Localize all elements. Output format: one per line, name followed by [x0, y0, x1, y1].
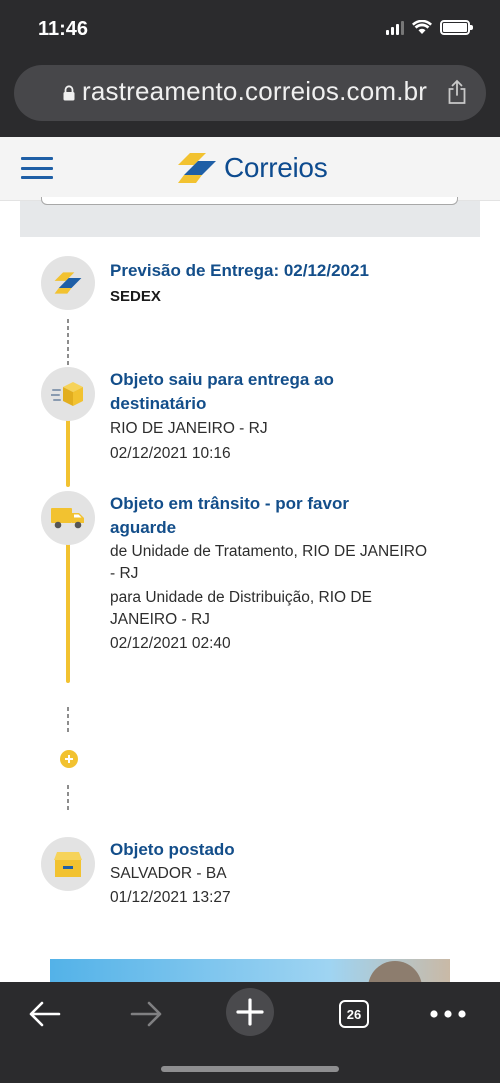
new-tab-button[interactable]	[226, 988, 274, 1036]
tab-count: 26	[339, 1000, 369, 1028]
more-menu-button[interactable]	[428, 992, 468, 1036]
menu-icon[interactable]	[21, 157, 53, 179]
share-icon[interactable]	[446, 79, 468, 105]
event-title: Previsão de Entrega: 02/12/2021	[110, 261, 369, 280]
timeline-connector	[66, 417, 70, 487]
tabs-button[interactable]: 26	[337, 992, 371, 1036]
event-origin: de Unidade de Tratamento, RIO DE JANEIRO	[110, 543, 428, 560]
event-datetime: 01/12/2021 13:27	[110, 889, 231, 906]
delivery-forecast-icon	[41, 256, 95, 310]
web-page: Correios Previsão de Entrega: 02/12/2021…	[0, 137, 500, 982]
event-origin-cont: - RJ	[110, 565, 139, 582]
posted-box-icon	[41, 837, 95, 891]
status-bar: 11:46	[0, 0, 500, 58]
package-out-for-delivery-icon	[41, 367, 95, 421]
forward-arrow-icon	[130, 1001, 162, 1027]
correios-logo[interactable]: Correios	[176, 151, 328, 185]
event-datetime: 02/12/2021 10:16	[110, 445, 231, 462]
event-title: Objeto em trânsito - por favor	[110, 494, 349, 513]
promo-banner[interactable]	[50, 959, 450, 982]
event-destination-cont: JANEIRO - RJ	[110, 611, 210, 628]
event-title: Objeto postado	[110, 840, 235, 859]
expand-events-button[interactable]	[60, 750, 78, 768]
back-arrow-icon	[29, 1001, 61, 1027]
more-icon	[430, 1010, 466, 1018]
address-bar[interactable]: rastreamento.correios.com.br	[14, 65, 486, 121]
home-indicator[interactable]	[161, 1066, 339, 1072]
timeline-dashed-connector	[67, 785, 69, 813]
logo-text: Correios	[224, 152, 328, 183]
url-text: rastreamento.correios.com.br	[82, 76, 428, 106]
status-icons	[386, 20, 473, 35]
search-area	[20, 197, 480, 237]
timeline-dashed-connector	[67, 319, 69, 367]
event-service: SEDEX	[110, 288, 161, 305]
event-destination: para Unidade de Distribuição, RIO DE	[110, 589, 372, 606]
timeline-dashed-connector	[67, 707, 69, 735]
timeline-connector	[66, 537, 70, 683]
event-datetime: 02/12/2021 02:40	[110, 635, 231, 652]
truck-icon	[41, 491, 95, 545]
lock-icon	[63, 85, 75, 101]
status-time: 11:46	[38, 18, 89, 40]
cellular-signal-icon	[386, 20, 404, 35]
event-title-cont: destinatário	[110, 394, 207, 413]
plus-icon	[65, 755, 73, 763]
battery-icon	[440, 20, 473, 35]
event-title-cont: aguarde	[110, 518, 177, 537]
wifi-icon	[412, 20, 432, 34]
site-header: Correios	[0, 137, 500, 201]
event-location: RIO DE JANEIRO - RJ	[110, 420, 268, 437]
event-title: Objeto saiu para entrega ao	[110, 370, 334, 389]
search-input-edge[interactable]	[41, 197, 458, 205]
plus-icon	[226, 988, 274, 1036]
event-location: SALVADOR - BA	[110, 865, 227, 882]
correios-logo-icon	[178, 153, 216, 183]
back-button[interactable]	[24, 992, 64, 1036]
promo-photo	[368, 961, 422, 982]
forward-button[interactable]	[127, 992, 167, 1036]
